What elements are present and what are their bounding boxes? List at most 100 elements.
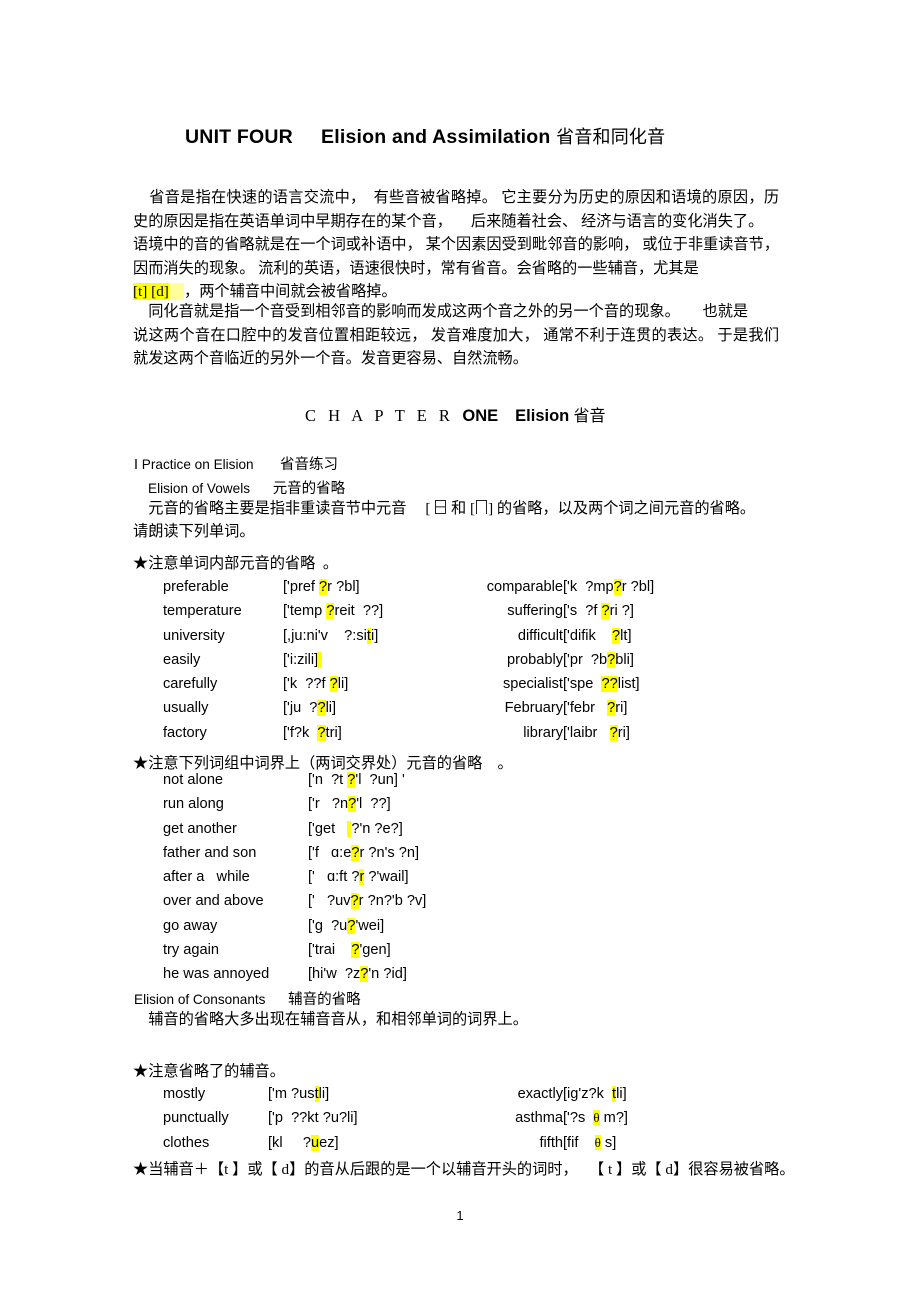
ipa-cell: ['laibr ?ri] [563, 721, 713, 745]
ipa-cell: ['get ?'n ?e?] [308, 817, 548, 841]
ipa-part-b: li] [318, 1086, 330, 1102]
ipa-cell: ['f?k ?tri] [283, 721, 438, 745]
word-cell: clothes [163, 1134, 210, 1151]
ipa-cell: [kl ?uez] [268, 1131, 453, 1155]
ipa-part-a: ['febr [563, 700, 608, 717]
table-row: run along ['r ?n?'l ??] [163, 792, 548, 816]
ipa-cell: [,ju:ni'v ?:siti] [283, 624, 438, 648]
phrase-cell: over and above [163, 893, 264, 910]
word-cell: fifth [539, 1134, 563, 1151]
ipa-cell: ['pref ?r ?bl] [283, 575, 438, 599]
ipa-part-b: ri] [617, 724, 630, 741]
vowels-description-b: 和 [ [447, 500, 476, 517]
star-note-1: ★注意单词内部元音的省略 。 [133, 555, 339, 572]
vowels-description-a: 元音的省略主要是指非重读音节中元音 [133, 500, 407, 517]
chapter-topic-en: Elision [515, 407, 570, 425]
ipa-part-b: ri] [615, 700, 628, 717]
ipa-part-b: r ?n?'b ?v] [358, 893, 427, 910]
ipa-part-b: reit ??] [334, 603, 384, 620]
ipa-highlight: ? [319, 579, 328, 595]
ipa-part-b: 'l ??] [356, 796, 391, 813]
ipa-part-a: [ig'z?k [563, 1086, 613, 1102]
ipa-part-a: ['trai [308, 942, 352, 959]
section-practice-cn: 省音练习 [280, 457, 339, 473]
ipa-cell: ['g ?u?'wei] [308, 914, 548, 938]
vowels-gap [250, 481, 273, 496]
ipa-part-a: ['pref [283, 579, 320, 595]
vowels-description: 元音的省略主要是指非重读音节中元音 [ 和 [] 的省略，以及两个词之间元音的省… [133, 497, 779, 543]
word-cell: factory [163, 724, 207, 741]
vowels-desc-gap [406, 500, 425, 517]
ipa-cell: ['difik ?lt] [563, 624, 713, 648]
table-row: father and son ['f ɑ:e?r ?n's ?n] [163, 841, 548, 865]
word-cell: library [523, 724, 563, 741]
ipa-cell: ['i:zili] [283, 648, 438, 672]
ipa-part-a: ['?s [563, 1110, 594, 1127]
ipa-part-a: ['n ?t [308, 772, 348, 788]
consonant-word-table: mostly ['m ?ustli] exactly [ig'z?k tli] … [163, 1082, 683, 1155]
phrase-cell: try again [163, 942, 219, 959]
ipa-part-b: li] [325, 700, 337, 717]
ipa-part-a: ['r ?n [308, 796, 349, 813]
word-cell: suffering [507, 603, 563, 620]
word-cell: carefully [163, 676, 218, 693]
word-cell: asthma [515, 1110, 563, 1127]
ipa-part-b: bli] [615, 651, 634, 668]
table-row: he was annoyed [hi'w ?z?'n ?id] [163, 962, 548, 986]
phrase-cell: get another [163, 820, 237, 837]
table-row: temperature ['temp ?reit ??] suffering [… [163, 599, 713, 623]
table-row: easily ['i:zili] probably ['pr ?b?bli] [163, 648, 713, 672]
word-cell: easily [163, 651, 201, 668]
table-row: not alone ['n ?t ?'l ?un] ' [163, 768, 548, 792]
ipa-part-a: [fif [563, 1134, 595, 1151]
ipa-part-a: ['g ?u [308, 917, 348, 934]
ipa-part-b: li] [337, 676, 349, 693]
consonant-word-table-body: mostly ['m ?ustli] exactly [ig'z?k tli] … [163, 1082, 683, 1155]
ipa-part-a: ['spe [563, 676, 602, 693]
phrase-cell: after a while [163, 869, 250, 886]
ipa-part-b: list] [617, 676, 640, 693]
ipa-cell: ['k ??f ?li] [283, 672, 438, 696]
ipa-part-a: ['k ??f [283, 676, 330, 693]
section-consonants-en: Elision of Consonants [134, 992, 266, 1007]
chapter-gap-2 [498, 406, 515, 425]
word-cell: usually [163, 700, 209, 717]
ipa-highlight: ? [350, 893, 359, 910]
intro-highlight-phonemes: [t] [d] [133, 283, 169, 300]
ipa-part-b: r ?bl] [621, 579, 655, 595]
ipa-cell: ['f ɑ:e?r ?n's ?n] [308, 841, 548, 865]
missing-glyph-icon-1 [435, 500, 447, 514]
ipa-part-b: ez] [319, 1134, 339, 1151]
table-row: after a while [' ɑ:ft ?r ?'wail] [163, 865, 548, 889]
chapter-number: ONE [462, 407, 499, 425]
vowel-word-table: preferable ['pref ?r ?bl] comparable ['k… [163, 575, 713, 745]
word-cell: comparable [486, 579, 563, 595]
chapter-heading: C H A P T E R ONE Elision 省音 [305, 402, 606, 426]
ipa-part-a: [,ju:ni'v ?:si [283, 627, 367, 644]
ipa-part-b: 'wei] [355, 917, 385, 934]
vowel-word-table-body: preferable ['pref ?r ?bl] comparable ['k… [163, 575, 713, 745]
table-row: mostly ['m ?ustli] exactly [ig'z?k tli] [163, 1082, 683, 1106]
ipa-part-b: ?'n ?e?] [351, 820, 403, 837]
ipa-part-a: [hi'w ?z [308, 966, 361, 983]
table-row: go away ['g ?u?'wei] [163, 914, 548, 938]
ipa-cell: ['r ?n?'l ??] [308, 792, 548, 816]
ipa-part-a: ['f ɑ:e [308, 844, 352, 861]
word-cell: temperature [163, 603, 242, 620]
missing-glyph-icon-2 [476, 500, 488, 514]
table-row: try again ['trai ?'gen] [163, 938, 548, 962]
document-page: UNIT FOUR Elision and Assimilation 省音和同化… [0, 0, 920, 1303]
ipa-highlight: ? [329, 676, 338, 693]
ipa-cell: [ig'z?k tli] [563, 1082, 683, 1106]
word-cell: difficult [517, 627, 563, 644]
chapter-label: C H A P T E R [305, 406, 454, 425]
phrase-cell: he was annoyed [163, 966, 270, 983]
ipa-cell: ['n ?t ?'l ?un] ' [308, 768, 548, 792]
ipa-part-a: ['m ?us [268, 1086, 315, 1102]
page-title: UNIT FOUR Elision and Assimilation 省音和同化… [185, 123, 665, 149]
ipa-highlight: ?? [601, 676, 618, 693]
ipa-part-b: m?] [599, 1110, 628, 1127]
phrase-cell: go away [163, 917, 218, 934]
ipa-highlight: ? [317, 724, 326, 741]
ipa-highlight: ? [612, 627, 621, 644]
